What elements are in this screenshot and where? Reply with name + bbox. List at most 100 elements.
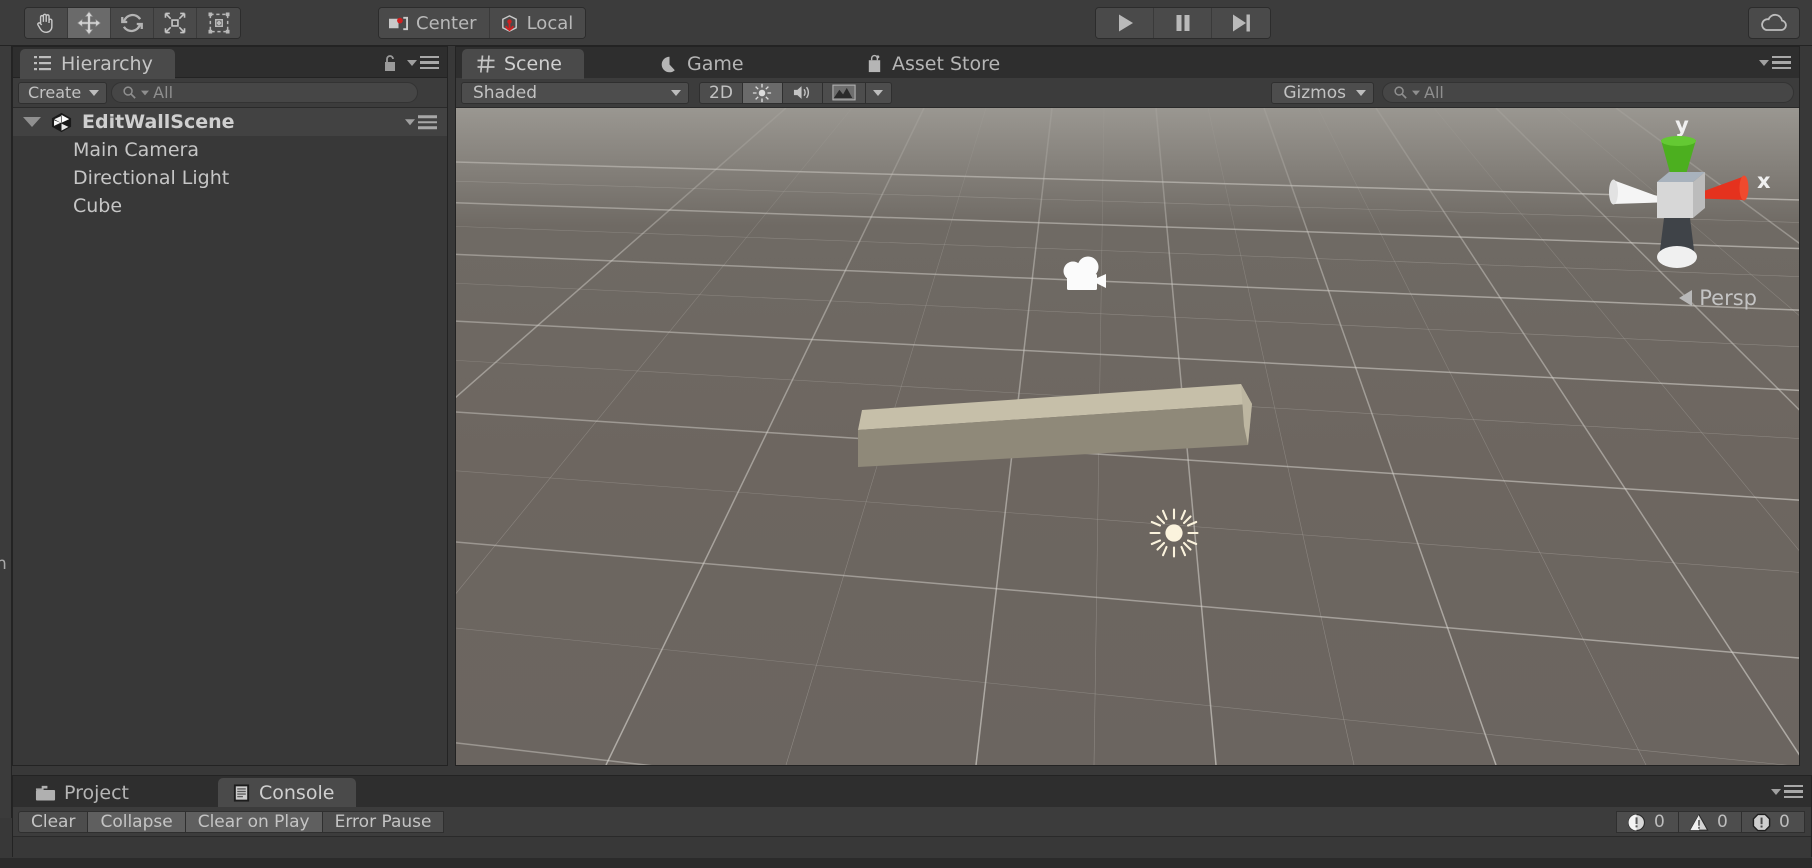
tab-asset-store[interactable]: Asset Store — [851, 49, 1022, 79]
playback-controls-group — [1095, 7, 1271, 39]
error-icon — [1752, 813, 1771, 831]
audio-icon — [793, 86, 809, 99]
scale-tool-button[interactable] — [154, 8, 197, 38]
scene-viewport[interactable]: y x Persp — [456, 108, 1799, 765]
search-filter-icon — [1412, 90, 1420, 95]
chevron-down-icon — [89, 89, 100, 96]
tab-project[interactable]: Project — [21, 778, 151, 808]
hierarchy-tabbar-controls — [382, 47, 439, 78]
lock-icon[interactable] — [382, 53, 398, 73]
hamburger-icon — [1772, 55, 1791, 70]
error-counter[interactable]: 0 — [1742, 811, 1805, 833]
pivot-rotation-button[interactable]: Local — [489, 8, 586, 38]
warning-counter-value: 0 — [1717, 812, 1728, 832]
cloud-icon — [1761, 13, 1787, 31]
hierarchy-item-main-camera[interactable]: Main Camera — [13, 136, 447, 164]
warning-counter[interactable]: 0 — [1679, 811, 1742, 833]
rotate-tool-button[interactable] — [111, 8, 154, 38]
background-window-text: n — [0, 554, 7, 574]
pause-button[interactable] — [1154, 8, 1212, 38]
pivot-mode-label: Center — [416, 12, 477, 34]
create-button-label: Create — [28, 83, 82, 102]
console-message-list[interactable] — [13, 837, 1811, 857]
scene-tabbar-controls — [1759, 47, 1791, 78]
tab-game-label: Game — [687, 53, 744, 75]
rect-tool-button[interactable] — [197, 8, 240, 38]
scene-row-options-menu[interactable] — [405, 115, 437, 129]
hierarchy-options-menu[interactable] — [407, 55, 439, 70]
axis-x-label: x — [1757, 169, 1771, 193]
expand-arrow-icon[interactable] — [23, 117, 41, 127]
step-button[interactable] — [1212, 8, 1270, 38]
tab-project-label: Project — [64, 782, 130, 804]
tab-console[interactable]: Console — [218, 778, 357, 808]
cloud-services-button[interactable] — [1748, 7, 1800, 39]
scene-search-placeholder: All — [1424, 83, 1444, 102]
tab-scene[interactable]: Scene — [462, 49, 584, 79]
grid-icon — [477, 55, 495, 73]
hand-tool-button[interactable] — [25, 8, 68, 38]
clear-button[interactable]: Clear — [18, 810, 89, 833]
scene-options-menu[interactable] — [1759, 55, 1791, 70]
collapse-button-label: Collapse — [100, 811, 173, 832]
axis-orientation-gizmo[interactable]: y x — [1585, 110, 1775, 295]
pivot-rotation-label: Local — [526, 12, 574, 34]
log-counter-value: 0 — [1654, 812, 1665, 832]
log-counter[interactable]: 0 — [1616, 811, 1679, 833]
pivot-controls-group: Center Local — [378, 7, 587, 39]
scene-tabbar: Scene Game Asset Store — [456, 47, 1799, 79]
light-gizmo[interactable] — [1148, 507, 1200, 559]
chevron-down-icon — [407, 59, 417, 66]
hierarchy-item-cube[interactable]: Cube — [13, 192, 447, 220]
scene-search-input[interactable]: All — [1382, 82, 1794, 103]
search-icon — [1394, 86, 1407, 99]
hierarchy-toolbar: Create All — [13, 78, 447, 108]
search-icon — [123, 86, 136, 99]
tab-hierarchy-label: Hierarchy — [61, 53, 153, 75]
tab-asset-store-label: Asset Store — [892, 53, 1001, 75]
gizmos-dropdown[interactable]: Gizmos — [1271, 81, 1374, 104]
projection-mode-label[interactable]: Persp — [1679, 286, 1757, 310]
hierarchy-search-input[interactable]: All — [111, 82, 418, 103]
toggle-2d-button[interactable]: 2D — [699, 81, 743, 104]
draw-mode-dropdown[interactable]: Shaded — [461, 81, 689, 104]
cube-object-wall[interactable] — [856, 382, 1256, 492]
hierarchy-item-directional-light[interactable]: Directional Light — [13, 164, 447, 192]
error-pause-button[interactable]: Error Pause — [322, 810, 445, 833]
toggle-audio-button[interactable] — [782, 81, 823, 104]
collapse-button[interactable]: Collapse — [88, 810, 186, 833]
toggle-lighting-button[interactable] — [742, 81, 783, 104]
axis-y-label: y — [1675, 113, 1689, 137]
play-button[interactable] — [1096, 8, 1154, 38]
chevron-down-icon — [873, 89, 884, 96]
arrow-left-icon — [1679, 290, 1693, 306]
console-icon — [233, 784, 250, 802]
toggle-effects-button[interactable] — [822, 81, 866, 104]
tab-game[interactable]: Game — [646, 49, 766, 79]
transform-tools-group — [24, 7, 241, 39]
main-toolbar: Center Local — [0, 0, 1812, 46]
local-icon — [501, 14, 517, 32]
camera-gizmo[interactable] — [1054, 254, 1114, 298]
hierarchy-scene-name: EditWallScene — [82, 111, 235, 133]
tab-hierarchy[interactable]: Hierarchy — [20, 49, 175, 79]
toggle-2d-label: 2D — [709, 82, 733, 103]
tab-scene-label: Scene — [504, 53, 562, 75]
chevron-down-icon — [1759, 59, 1769, 66]
chevron-down-icon — [671, 89, 681, 96]
console-tabbar: Project Console — [13, 776, 1811, 808]
clear-on-play-button[interactable]: Clear on Play — [185, 810, 323, 833]
clear-on-play-button-label: Clear on Play — [197, 811, 310, 832]
draw-mode-label: Shaded — [473, 82, 538, 103]
hierarchy-scene-row[interactable]: EditWallScene — [13, 108, 447, 136]
create-button[interactable]: Create — [18, 81, 108, 104]
chevron-down-icon — [1771, 788, 1781, 795]
console-options-menu[interactable] — [1771, 784, 1803, 799]
effects-dropdown-button[interactable] — [865, 81, 892, 104]
scene-toolbar: Shaded 2D Gizmos All — [456, 78, 1799, 108]
lighting-icon — [753, 83, 772, 102]
move-tool-button[interactable] — [68, 8, 111, 38]
pivot-mode-button[interactable]: Center — [379, 8, 490, 38]
hierarchy-panel: Hierarchy Create All EditWallScene Main … — [12, 46, 448, 766]
folder-icon — [35, 785, 56, 801]
